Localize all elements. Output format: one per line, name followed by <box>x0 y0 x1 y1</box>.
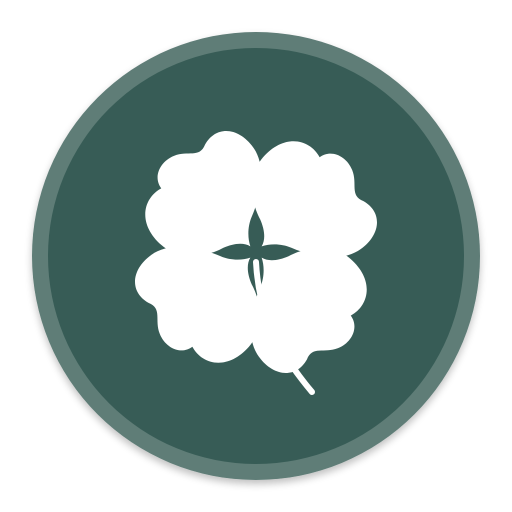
icon-inner-disc <box>48 48 464 464</box>
four-leaf-clover-icon <box>32 32 480 480</box>
app-icon[interactable] <box>0 0 512 512</box>
